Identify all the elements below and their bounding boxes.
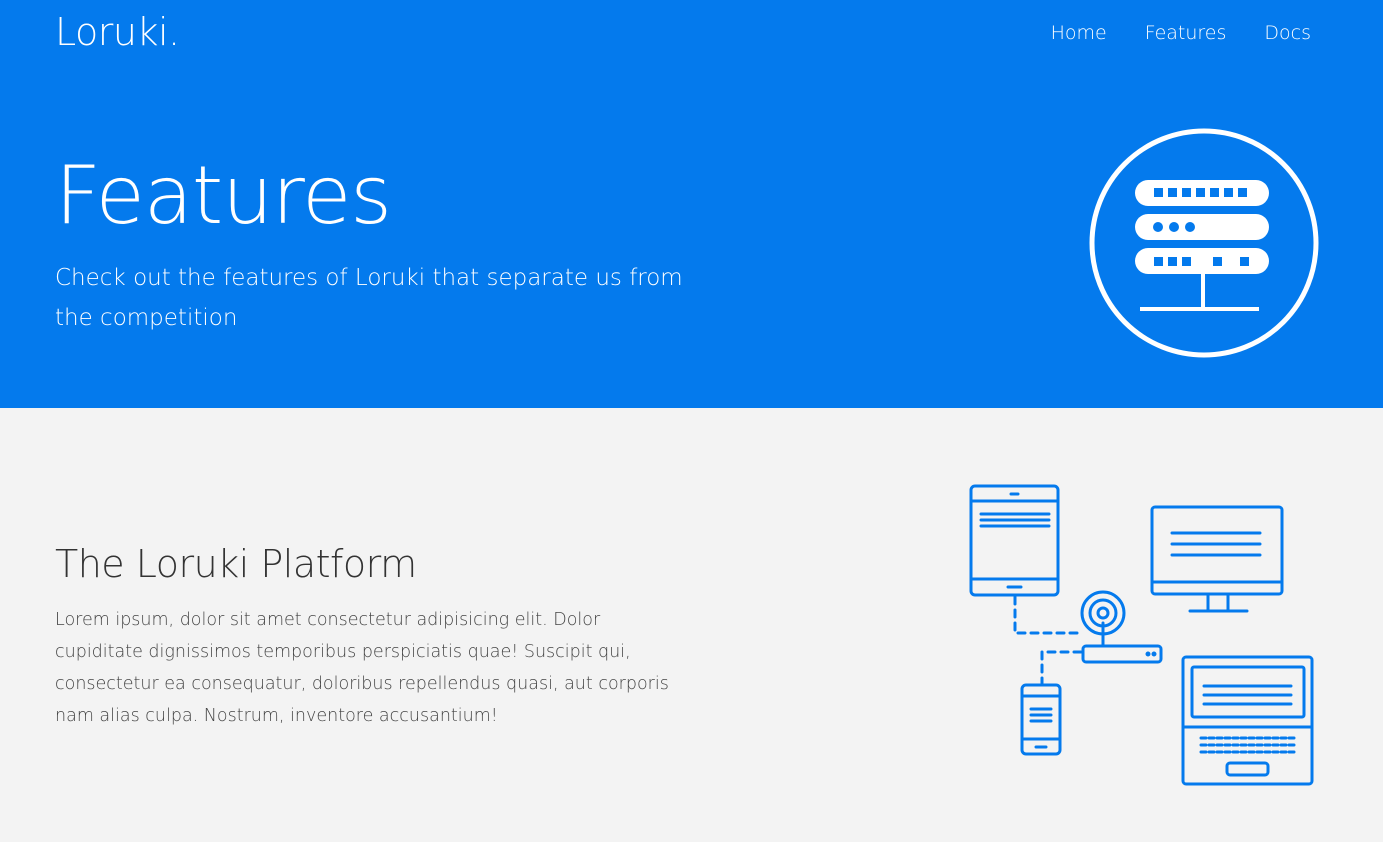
hero-section: Loruki. Home Features Docs Features Chec… [0, 0, 1383, 408]
nav-link-home[interactable]: Home [1051, 22, 1107, 44]
main-nav: Home Features Docs [1013, 22, 1311, 44]
monitor-icon [1150, 505, 1284, 613]
platform-title: The Loruki Platform [55, 542, 417, 586]
platform-description: Lorem ipsum, dolor sit amet consectetur … [55, 610, 669, 726]
hero-title: Features [55, 149, 392, 242]
server-rack-icon [1089, 128, 1319, 358]
router-icon [1080, 590, 1163, 664]
tablet-icon [969, 484, 1060, 597]
nav-link-docs[interactable]: Docs [1264, 22, 1311, 44]
network-devices-illustration [969, 484, 1314, 786]
nav-link-features[interactable]: Features [1145, 22, 1227, 44]
phone-icon [1020, 683, 1062, 756]
laptop-icon [1181, 655, 1314, 786]
hero-subtitle: Check out the features of Loruki that se… [55, 265, 683, 331]
brand-logo[interactable]: Loruki. [55, 10, 180, 54]
features-section: The Loruki Platform Lorem ipsum, dolor s… [0, 408, 1383, 842]
